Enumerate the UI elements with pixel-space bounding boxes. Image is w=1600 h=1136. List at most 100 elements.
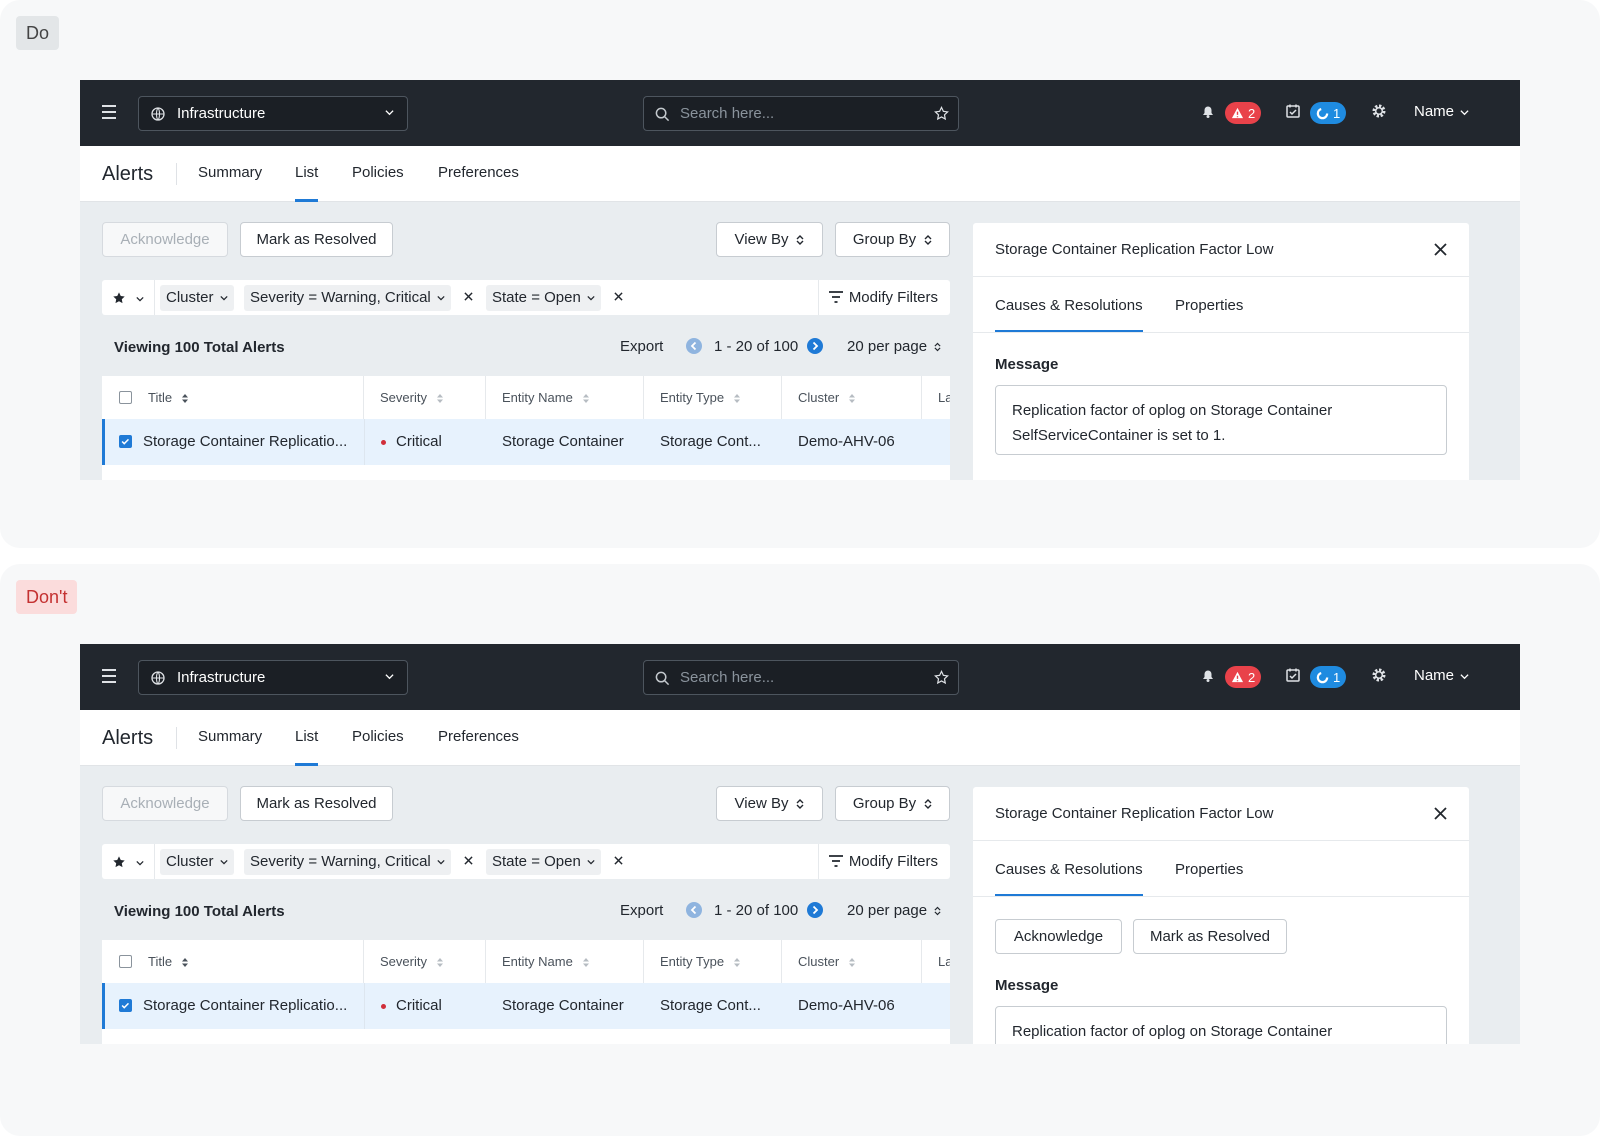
per-page-select[interactable]: 20 per page xyxy=(847,338,941,355)
remove-filter-icon[interactable] xyxy=(464,856,473,865)
view-by-button[interactable]: View By xyxy=(716,222,823,257)
group-by-button[interactable]: Group By xyxy=(835,786,950,821)
column-header-entity-name[interactable]: Entity Name xyxy=(486,376,644,419)
header-label: Entity Type xyxy=(660,954,725,969)
search-input[interactable]: Search here... xyxy=(643,96,959,131)
column-header-entity-type[interactable]: Entity Type xyxy=(644,376,782,419)
warning-icon xyxy=(1231,671,1244,682)
column-header-severity[interactable]: Severity xyxy=(364,940,486,983)
acknowledge-button[interactable]: Acknowledge xyxy=(102,222,228,257)
per-page-select[interactable]: 20 per page xyxy=(847,902,941,919)
user-menu[interactable]: Name xyxy=(1414,667,1469,684)
next-page-icon[interactable] xyxy=(807,338,823,354)
column-header-cluster[interactable]: Cluster xyxy=(782,376,922,419)
gear-icon[interactable] xyxy=(1371,103,1387,119)
menu-icon[interactable] xyxy=(102,669,116,687)
divider xyxy=(973,276,1469,277)
tab-policies[interactable]: Policies xyxy=(352,728,404,745)
filter-chip-severity[interactable]: Severity = Warning, Critical xyxy=(244,849,451,875)
mark-resolved-button[interactable]: Mark as Resolved xyxy=(240,786,393,821)
table-row[interactable]: Storage Container Replicatio... Critical… xyxy=(102,983,950,1029)
column-header-cluster[interactable]: Cluster xyxy=(782,940,922,983)
column-header-entity-name[interactable]: Entity Name xyxy=(486,940,644,983)
panel-acknowledge-button[interactable]: Acknowledge xyxy=(995,919,1122,954)
filter-chip-cluster[interactable]: Cluster xyxy=(160,849,234,875)
chevron-down-icon xyxy=(587,860,595,865)
tab-list[interactable]: List xyxy=(295,164,319,202)
row-checkbox[interactable] xyxy=(119,435,132,448)
tab-preferences[interactable]: Preferences xyxy=(438,728,519,745)
bell-icon[interactable] xyxy=(1200,103,1216,119)
saved-filters-menu[interactable] xyxy=(112,290,144,307)
group-by-button[interactable]: Group By xyxy=(835,222,950,257)
column-header-entity-type[interactable]: Entity Type xyxy=(644,940,782,983)
chevron-down-icon xyxy=(1460,109,1469,115)
row-checkbox[interactable] xyxy=(119,999,132,1012)
app-selector[interactable]: Infrastructure xyxy=(138,96,408,131)
tab-properties[interactable]: Properties xyxy=(1175,861,1243,878)
remove-filter-icon[interactable] xyxy=(614,292,623,301)
remove-filter-icon[interactable] xyxy=(464,292,473,301)
header-label: Severity xyxy=(380,390,427,405)
previous-page-icon[interactable] xyxy=(686,902,702,918)
column-header-title[interactable]: Title xyxy=(102,940,364,983)
column-header-last[interactable]: La xyxy=(922,376,950,419)
header-label: Cluster xyxy=(798,390,840,405)
next-page-icon[interactable] xyxy=(807,902,823,918)
filter-chip-state[interactable]: State = Open xyxy=(486,285,601,311)
filter-chip-state[interactable]: State = Open xyxy=(486,849,601,875)
message-box: Replication factor of oplog on Storage C… xyxy=(995,385,1447,455)
tasks-icon[interactable] xyxy=(1285,667,1301,683)
bell-icon[interactable] xyxy=(1200,667,1216,683)
menu-icon[interactable] xyxy=(102,105,116,123)
mark-resolved-button[interactable]: Mark as Resolved xyxy=(240,222,393,257)
task-count-badge[interactable]: 1 xyxy=(1310,102,1347,124)
task-count-badge[interactable]: 1 xyxy=(1310,666,1347,688)
message-label: Message xyxy=(995,356,1059,373)
tab-properties[interactable]: Properties xyxy=(1175,297,1243,314)
close-icon[interactable] xyxy=(1434,807,1447,820)
top-bar: Infrastructure Search here... 2 1 Name xyxy=(80,80,1520,146)
acknowledge-button[interactable]: Acknowledge xyxy=(102,786,228,821)
user-menu[interactable]: Name xyxy=(1414,103,1469,120)
tasks-icon[interactable] xyxy=(1285,103,1301,119)
previous-page-icon[interactable] xyxy=(686,338,702,354)
filter-chip-cluster[interactable]: Cluster xyxy=(160,285,234,311)
app-selector[interactable]: Infrastructure xyxy=(138,660,408,695)
do-tag: Do xyxy=(16,16,60,50)
column-header-severity[interactable]: Severity xyxy=(364,376,486,419)
tab-summary[interactable]: Summary xyxy=(198,728,262,745)
tab-list[interactable]: List xyxy=(295,728,319,766)
star-outline-icon[interactable] xyxy=(934,670,949,685)
alert-count-badge[interactable]: 2 xyxy=(1225,102,1262,124)
chevron-down-icon xyxy=(437,860,445,865)
alert-count-badge[interactable]: 2 xyxy=(1225,666,1262,688)
view-by-button[interactable]: View By xyxy=(716,786,823,821)
gear-icon[interactable] xyxy=(1371,667,1387,683)
tab-causes-resolutions[interactable]: Causes & Resolutions xyxy=(995,297,1143,332)
tab-summary[interactable]: Summary xyxy=(198,164,262,181)
tab-policies[interactable]: Policies xyxy=(352,164,404,181)
warning-icon xyxy=(1231,107,1244,118)
export-link[interactable]: Export xyxy=(620,338,663,355)
filter-chip-severity[interactable]: Severity = Warning, Critical xyxy=(244,285,451,311)
app-name: Infrastructure xyxy=(177,105,266,122)
divider xyxy=(973,840,1469,841)
modify-filters-button[interactable]: Modify Filters xyxy=(828,289,938,306)
column-header-last[interactable]: La xyxy=(922,940,950,983)
star-outline-icon[interactable] xyxy=(934,106,949,121)
sort-icon xyxy=(436,958,443,968)
column-header-title[interactable]: Title xyxy=(102,376,364,419)
close-icon[interactable] xyxy=(1434,243,1447,256)
saved-filters-menu[interactable] xyxy=(112,854,144,871)
export-link[interactable]: Export xyxy=(620,902,663,919)
tab-preferences[interactable]: Preferences xyxy=(438,164,519,181)
remove-filter-icon[interactable] xyxy=(614,856,623,865)
table-row[interactable]: Storage Container Replicatio... Critical… xyxy=(102,419,950,465)
panel-mark-resolved-button[interactable]: Mark as Resolved xyxy=(1133,919,1287,954)
modify-filters-button[interactable]: Modify Filters xyxy=(828,853,938,870)
cell-entity-name: Storage Container xyxy=(502,997,624,1014)
search-input[interactable]: Search here... xyxy=(643,660,959,695)
tab-causes-resolutions[interactable]: Causes & Resolutions xyxy=(995,861,1143,896)
alert-detail-panel: Storage Container Replication Factor Low… xyxy=(973,787,1469,1044)
